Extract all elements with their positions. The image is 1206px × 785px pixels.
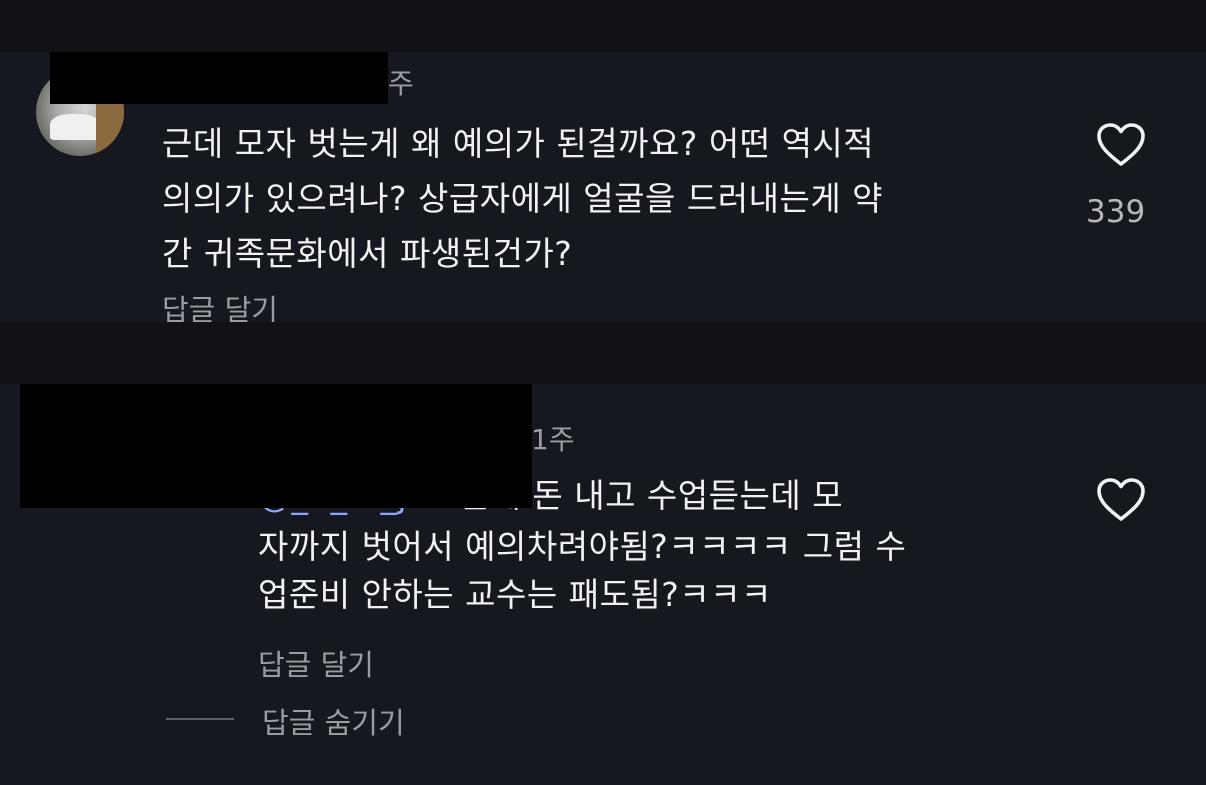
comment-time: 주 <box>388 67 414 100</box>
comment-line: 간 귀족문화에서 파생된건가? <box>162 234 573 273</box>
like-count: 339 <box>1086 194 1146 230</box>
top-band <box>0 0 1206 52</box>
divider <box>166 718 234 720</box>
comment-line: 자까지 벗어서 예의차려야됨?ㅋㅋㅋㅋ 그럼 수 <box>258 527 907 566</box>
avatar-shape <box>50 114 100 140</box>
redacted-username <box>50 52 388 104</box>
reply-button[interactable]: 답글 달기 <box>258 642 374 684</box>
redacted-user-block <box>20 384 532 508</box>
separator-band <box>0 322 1206 384</box>
comment-line: 업준비 안하는 교수는 패도됨?ㅋㅋㅋ <box>258 575 772 614</box>
comments-screen: 주 근데 모자 벗는게 왜 예의가 된걸까요? 어떤 역시적 의의가 있으려나?… <box>0 0 1206 785</box>
comment-time: 1주 <box>531 423 575 456</box>
comment-line: 의의가 있으려나? 상급자에게 얼굴을 드러내는게 약 <box>162 179 884 218</box>
heart-outline-icon[interactable] <box>1096 122 1146 168</box>
hide-replies-button[interactable]: 답글 숨기기 <box>262 700 405 742</box>
heart-outline-icon[interactable] <box>1096 477 1146 523</box>
comment-line: 근데 모자 벗는게 왜 예의가 된걸까요? 어떤 역시적 <box>162 124 875 163</box>
